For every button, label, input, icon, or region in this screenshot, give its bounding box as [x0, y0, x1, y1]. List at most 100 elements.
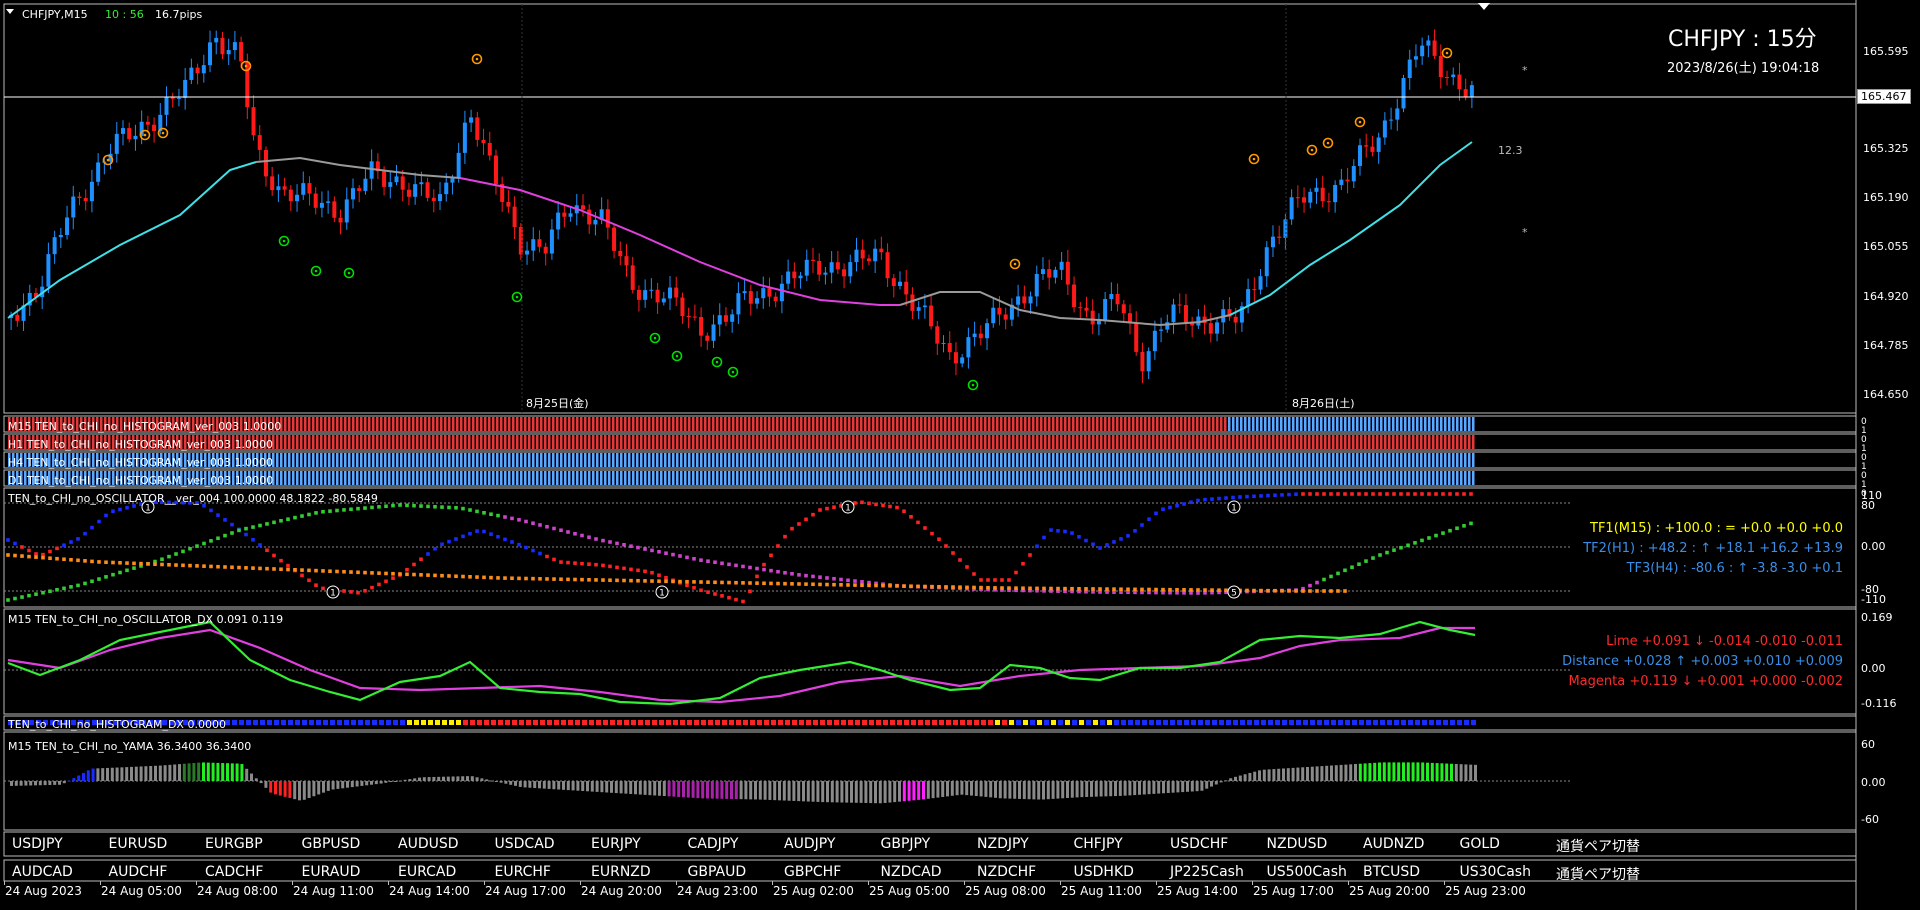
pair-button-usdhkd[interactable]: USDHKD: [1074, 864, 1134, 880]
chart-canvas[interactable]: 1 1 11 1 5: [0, 0, 1920, 910]
pair-button-gold[interactable]: GOLD: [1460, 836, 1500, 852]
tf1-dot: [223, 518, 227, 522]
histogram-bar: [704, 417, 707, 431]
pair-button-jp225cash[interactable]: JP225Cash: [1170, 864, 1244, 880]
histogram-bar: [612, 435, 615, 449]
yama-bar: [235, 763, 239, 781]
tf1-dot: [454, 537, 458, 541]
histogram-bar: [412, 435, 415, 449]
time-axis-tick: [1252, 881, 1253, 885]
tf3-dot: [888, 584, 892, 588]
histogram-bar: [1160, 453, 1163, 467]
pair-button-gbpchf[interactable]: GBPCHF: [784, 864, 841, 880]
histogram-bar: [1028, 453, 1031, 467]
pair-button-eurjpy[interactable]: EURJPY: [591, 836, 641, 852]
yama-bar: [797, 781, 801, 802]
pair-button-nzdcad[interactable]: NZDCAD: [881, 864, 942, 880]
histogram-bar: [776, 417, 779, 431]
histogram-bar: [1328, 435, 1331, 449]
yama-bar: [1114, 781, 1117, 797]
pair-button-usdjpy[interactable]: USDJPY: [12, 836, 63, 852]
histogram-bar: [1116, 435, 1119, 449]
histogram-bar: [636, 471, 639, 485]
histogram-bar: [1044, 453, 1047, 467]
histogram-bar: [1392, 453, 1395, 467]
yama-bar: [1042, 781, 1045, 800]
histogram-bar: [1252, 435, 1255, 449]
pair-button-通貨ペア切替[interactable]: 通貨ペア切替: [1556, 836, 1640, 856]
histogram-bar: [560, 435, 563, 449]
histogram-bar: [716, 453, 719, 467]
histogram-bar: [1384, 453, 1387, 467]
chart-shift-marker[interactable]: [1478, 3, 1490, 10]
pair-button-cadjpy[interactable]: CADJPY: [688, 836, 739, 852]
pair-button-audusd[interactable]: AUDUSD: [398, 836, 459, 852]
pair-button-eurusd[interactable]: EURUSD: [109, 836, 168, 852]
histogram-bar: [928, 453, 931, 467]
tf3-dot: [741, 581, 745, 585]
pair-button-btcusd[interactable]: BTCUSD: [1363, 864, 1420, 880]
candle-body: [1016, 296, 1021, 305]
pair-button-nzdchf[interactable]: NZDCHF: [977, 864, 1036, 880]
histogram-bar: [856, 417, 859, 431]
candle-body: [692, 316, 697, 318]
histogram-bar: [1056, 471, 1059, 485]
osc-cross-marker-label: 5: [1231, 589, 1237, 599]
tf1-dot: [405, 567, 409, 572]
histogram-bar: [828, 435, 831, 449]
time-axis-tick: [1156, 881, 1157, 885]
histogram-bar: [1364, 435, 1367, 449]
yama-bar: [1018, 781, 1021, 799]
hist-dx-cell: [309, 720, 314, 725]
yama-bar: [1013, 781, 1017, 799]
histogram-bar: [868, 435, 871, 449]
candle-body: [1233, 316, 1238, 323]
pair-button-gbpaud[interactable]: GBPAUD: [688, 864, 747, 880]
pair-button-usdcad[interactable]: USDCAD: [495, 836, 555, 852]
histogram-bar: [328, 453, 331, 467]
histogram-bar: [1324, 435, 1327, 449]
pair-button-audnzd[interactable]: AUDNZD: [1363, 836, 1424, 852]
histogram-bar: [676, 453, 679, 467]
pair-button-us500cash[interactable]: US500Cash: [1267, 864, 1347, 880]
tf2-dot: [1343, 568, 1347, 573]
pair-button-audchf[interactable]: AUDCHF: [109, 864, 168, 880]
hist-dx-cell: [953, 720, 958, 725]
pair-button-gbpjpy[interactable]: GBPJPY: [881, 836, 931, 852]
pair-button-eurgbp[interactable]: EURGBP: [205, 836, 263, 852]
yama-bar: [298, 781, 301, 801]
pair-button-nzdjpy[interactable]: NZDJPY: [977, 836, 1029, 852]
candle-body: [1109, 294, 1114, 299]
histogram-bar: [872, 435, 875, 449]
pair-button-audjpy[interactable]: AUDJPY: [784, 836, 835, 852]
yama-bar: [437, 776, 441, 781]
pair-button-通貨ペア切替[interactable]: 通貨ペア切替: [1556, 864, 1640, 884]
pair-button-audcad[interactable]: AUDCAD: [12, 864, 73, 880]
pair-button-eurchf[interactable]: EURCHF: [495, 864, 551, 880]
histogram-bar: [1308, 471, 1311, 485]
histogram-bar: [448, 471, 451, 485]
histogram-bar: [540, 471, 543, 485]
pair-button-nzdusd[interactable]: NZDUSD: [1267, 836, 1328, 852]
histogram-bar: [836, 417, 839, 431]
pair-button-euraud[interactable]: EURAUD: [302, 864, 361, 880]
yama-label: M15 TEN_to_CHI_no_YAMA 36.3400 36.3400: [8, 740, 252, 753]
hist-dx-cell: [1079, 720, 1084, 725]
chart-window[interactable]: 111115 CHFJPY,M15 10 : 56 16.7pips CHFJP…: [0, 0, 1920, 910]
chart-menu-arrow[interactable]: [6, 9, 14, 14]
yama-bar: [216, 762, 220, 781]
hist-dx-cell: [1051, 720, 1056, 725]
yama-bar: [1070, 781, 1074, 798]
histogram-bar: [624, 471, 627, 485]
pair-button-cadchf[interactable]: CADCHF: [205, 864, 264, 880]
pair-button-eurcad[interactable]: EURCAD: [398, 864, 456, 880]
pair-button-chfjpy[interactable]: CHFJPY: [1074, 836, 1123, 852]
pair-button-us30cash[interactable]: US30Cash: [1460, 864, 1531, 880]
candle-body: [935, 326, 940, 344]
yama-bar: [610, 781, 613, 793]
histogram-bar: [992, 435, 995, 449]
pair-button-gbpusd[interactable]: GBPUSD: [302, 836, 361, 852]
tf3-dot: [216, 564, 220, 569]
pair-button-usdchf[interactable]: USDCHF: [1170, 836, 1228, 852]
pair-button-eurnzd[interactable]: EURNZD: [591, 864, 651, 880]
